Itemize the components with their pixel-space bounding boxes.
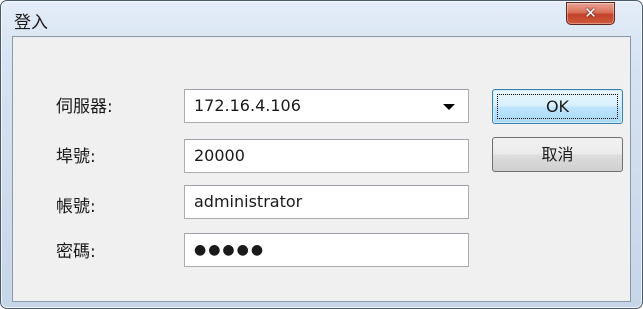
dialog-body: 伺服器: 172.16.4.106 埠號: 20000 帳號: administ… <box>12 36 631 302</box>
chevron-down-icon[interactable] <box>443 104 455 110</box>
cancel-button[interactable]: 取消 <box>492 137 623 172</box>
account-label: 帳號: <box>56 197 96 217</box>
close-button[interactable]: ✕ <box>566 2 615 25</box>
ok-button[interactable]: OK <box>492 89 623 124</box>
password-label: 密碼: <box>56 242 96 262</box>
port-label: 埠號: <box>56 147 96 167</box>
focus-ring <box>497 94 618 119</box>
account-input[interactable]: administrator <box>184 185 469 219</box>
port-input[interactable]: 20000 <box>184 139 469 173</box>
server-value: 172.16.4.106 <box>194 96 301 115</box>
server-label: 伺服器: <box>56 97 113 117</box>
close-icon: ✕ <box>584 4 597 22</box>
password-input[interactable]: ●●●●● <box>184 233 469 267</box>
cancel-button-label: 取消 <box>541 145 574 164</box>
title-bar[interactable]: 登入 ✕ <box>1 1 642 34</box>
dialog-title: 登入 <box>14 13 48 33</box>
login-dialog: 登入 ✕ 伺服器: 172.16.4.106 埠號: 20000 帳號: adm… <box>0 0 643 309</box>
server-combobox[interactable]: 172.16.4.106 <box>184 89 469 123</box>
